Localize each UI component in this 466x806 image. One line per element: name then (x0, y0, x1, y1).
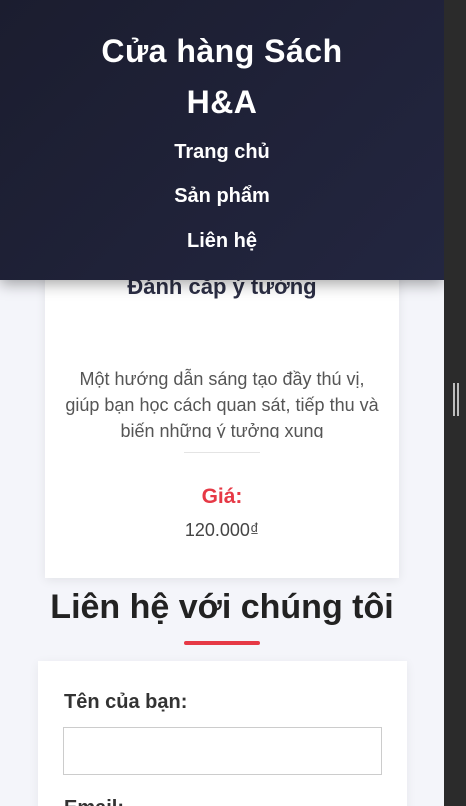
price-value: 120.000₫ (184, 520, 260, 540)
nav-contact-link[interactable]: Liên hệ (0, 228, 444, 254)
product-description: Một hướng dẫn sáng tạo đầy thú vị, giúp … (65, 369, 379, 438)
name-input[interactable] (63, 727, 382, 775)
contact-form: Tên của bạn: Email: (38, 661, 407, 806)
page-viewport: Cửa hàng Sách H&A Trang chủ Sản phẩm Liê… (0, 0, 444, 806)
name-field-label: Tên của bạn: (64, 691, 188, 713)
brand-line-2: H&A (186, 84, 258, 120)
product-divider (184, 452, 260, 453)
brand-title: Cửa hàng Sách H&A (0, 26, 444, 128)
product-card: Đánh cắp ý tưởng Một hướng dẫn sáng tạo … (45, 240, 399, 578)
nav-home-link[interactable]: Trang chủ (0, 139, 444, 165)
site-header: Cửa hàng Sách H&A Trang chủ Sản phẩm Liê… (0, 0, 444, 280)
price-label: Giá: (201, 485, 243, 508)
brand-line-1: Cửa hàng Sách (101, 33, 343, 69)
contact-title-underline (184, 641, 260, 645)
email-field-label: Email: (64, 797, 124, 806)
nav-products-link[interactable]: Sản phẩm (0, 183, 444, 209)
contact-title: Liên hệ với chúng tôi (50, 588, 394, 626)
resize-handle[interactable] (453, 383, 459, 416)
